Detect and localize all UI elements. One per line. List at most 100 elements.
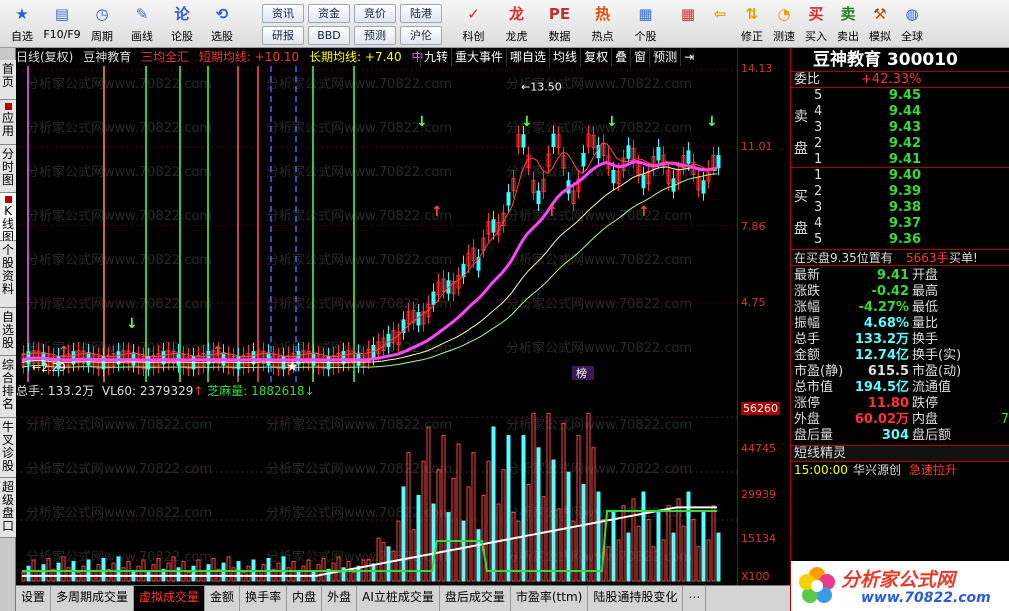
watermark-text: 分析家公式网www.70822.com — [266, 252, 452, 268]
bang-badge-label: 榜 — [576, 366, 587, 380]
toolbar-globe-button[interactable]: ◍ 全球 — [896, 2, 928, 46]
toolbar-sell-button[interactable]: 卖卖出 — [832, 2, 864, 46]
volume-bar — [696, 546, 701, 582]
hammer-icon: ⚒ — [873, 5, 887, 23]
toolbar-hammer-button[interactable]: ⚒ 模拟 — [864, 2, 896, 46]
bid-row[interactable]: 2 9.39 — [791, 184, 1009, 200]
left-tab-5[interactable]: 自选股 — [0, 308, 16, 356]
bottom-tab-9[interactable]: 市盈率(ttm) — [511, 586, 589, 611]
toolbar-dragon-button[interactable]: 龙龙虎 — [495, 2, 538, 46]
chart-menu-item-8[interactable]: ⇥ — [680, 48, 697, 66]
period-label[interactable]: 日线(复权) — [16, 50, 73, 64]
toolbar-star-button[interactable]: ★ 自选 — [2, 2, 42, 46]
weibi-row: 委比 +42.33% — [791, 72, 1009, 88]
bottom-tab-1[interactable]: 多周期成交量 — [51, 586, 135, 611]
volume-bar — [506, 435, 511, 582]
toolbar-grid-button[interactable]: ▦ — [672, 2, 704, 46]
volume-bar — [221, 562, 226, 582]
toolbar-fire-button[interactable]: 热热点 — [581, 2, 624, 46]
ask-row[interactable]: 2 9.42 — [791, 136, 1009, 152]
toolbar-pe-button[interactable]: PE 数据 — [538, 2, 581, 46]
toolbar-small-button[interactable]: 竞价 — [354, 4, 396, 23]
bottom-tab-8[interactable]: 盘后成交量 — [440, 586, 511, 611]
chart-menu-item-0[interactable]: 九转 — [420, 48, 451, 66]
bottom-tab-5[interactable]: 内盘 — [287, 586, 323, 611]
left-tab-2[interactable]: 分时图 — [0, 145, 16, 193]
watermark-text: 分析家公式网www.70822.com — [26, 120, 212, 136]
price-axis: 14.13 11.01 7.86 4.75 56260 44745 29939 15134 X1… — [737, 48, 790, 585]
jingling-item[interactable]: 15:00:00 华兴源创 急速拉升 — [791, 462, 1009, 478]
toolbar-science-button[interactable]: ✓ 科创 — [452, 2, 495, 46]
bid-level: 4 — [814, 216, 823, 231]
ask-row[interactable]: 3 9.43 — [791, 120, 1009, 136]
volume-bar — [471, 452, 476, 582]
bid-row[interactable]: 3 9.38 — [791, 200, 1009, 216]
toolbar-back-arrow-button[interactable]: ⇦ — [704, 2, 736, 46]
toolbar-stock-button[interactable]: ▦ 个股 — [624, 2, 667, 46]
volume-bar — [481, 494, 486, 582]
toolbar-small-button[interactable]: 陆港 — [400, 4, 442, 23]
toolbar-document-button[interactable]: ▤ F10/F9 — [42, 2, 82, 46]
bottom-tab-10[interactable]: 陆股通持股变化 — [588, 586, 684, 611]
pe-icon: PE — [548, 5, 571, 23]
left-tab-1[interactable]: 应用 — [0, 100, 16, 145]
chart-menu-item-2[interactable]: 哪自选 — [506, 48, 549, 66]
chart-menu-item-4[interactable]: 复权 — [580, 48, 611, 66]
clock-icon: ◷ — [95, 5, 109, 23]
brand-logo: 分析家公式网 www.70822.com — [791, 561, 1009, 611]
bid-row[interactable]: 4 9.37 — [791, 216, 1009, 232]
toolbar-pencil-button[interactable]: ✎ 画线 — [122, 2, 162, 46]
left-tab-3[interactable]: K线图 — [0, 193, 16, 244]
stat-key: 总手 — [794, 332, 821, 347]
toolbar-up-down-button[interactable]: ⇅ 修正 — [736, 2, 768, 46]
chart-menu-item-3[interactable]: 均线 — [549, 48, 580, 66]
volume-chart[interactable]: 分析家公式网www.70822.com 分析家公式网www.70822.com 分析… — [16, 399, 737, 585]
toolbar-small-button[interactable]: 研报 — [262, 26, 304, 45]
bottom-tab-7[interactable]: AI立桩成交量 — [357, 586, 440, 611]
order-message-text: 在买盘9.35位置有 — [794, 251, 893, 265]
candle-body — [536, 190, 541, 205]
stat-key: 盘后量 — [794, 428, 834, 443]
toolbar-chart-select-button[interactable]: ⟲ 选股 — [202, 2, 242, 46]
bid-row[interactable]: 5 9.36 — [791, 232, 1009, 248]
jingling-header[interactable]: 短线精灵 — [791, 446, 1009, 462]
bid-row[interactable]: 1 9.40 — [791, 168, 1009, 184]
left-tab-6[interactable]: 综合排名 — [0, 356, 16, 418]
bottom-tab-11[interactable]: ⋯ — [683, 586, 707, 611]
toolbar-small-button[interactable]: 资金 — [308, 4, 350, 23]
left-tab-4[interactable]: 个股资料 — [0, 241, 16, 308]
chart-menu-item-6[interactable]: 窗 — [630, 48, 649, 66]
bottom-tab-3[interactable]: 金额 — [205, 586, 241, 611]
bid-price: 9.37 — [888, 216, 921, 231]
left-tab-7[interactable]: 牛叉诊股 — [0, 418, 16, 478]
ask-row[interactable]: 1 9.41 — [791, 152, 1009, 168]
bottom-tab-4[interactable]: 换手率 — [240, 586, 288, 611]
ask-row[interactable]: 5 9.45 — [791, 88, 1009, 104]
chart-menu-item-1[interactable]: 重大事件 — [451, 48, 506, 66]
bottom-tab-0[interactable]: 设置 — [16, 586, 52, 611]
kline-chart[interactable]: 分析家公式网www.70822.com 分析家公式网www.70822.com 分析… — [16, 66, 737, 382]
long-ma-label: 长期均线: — [309, 50, 362, 64]
price-tick-label: 14.13 — [741, 62, 773, 75]
toolbar-buy-button[interactable]: 买买入 — [800, 2, 832, 46]
toolbar-small-button[interactable]: 预测 — [354, 26, 396, 45]
ask-level: 5 — [814, 88, 823, 103]
toolbar-clock-button[interactable]: ◷ 周期 — [82, 2, 122, 46]
toolbar-small-button[interactable]: 资讯 — [262, 4, 304, 23]
toolbar-small-button[interactable]: BBD — [308, 26, 350, 45]
left-tab-8[interactable]: 超级盘口 — [0, 478, 16, 538]
watermark-text: 分析家公式网www.70822.com — [506, 340, 692, 356]
toolbar-small-button[interactable]: 沪伦 — [400, 26, 442, 45]
toolbar-speed-button[interactable]: ◔ 测速 — [768, 2, 800, 46]
science-icon: ✓ — [467, 5, 480, 23]
stock-title: 豆神教育 300010 — [791, 48, 1009, 72]
stat-value: 4.68% — [863, 316, 909, 331]
chart-menu-item-7[interactable]: 预测 — [649, 48, 680, 66]
chart-menu-item-5[interactable]: 叠 — [611, 48, 630, 66]
bottom-tab-6[interactable]: 外盘 — [322, 586, 358, 611]
left-tab-0[interactable]: 首页 — [0, 60, 16, 100]
indicator-name[interactable]: 三均全汇 — [141, 50, 189, 64]
ask-row[interactable]: 4 9.44 — [791, 104, 1009, 120]
toolbar-forum-button[interactable]: 论论股 — [162, 2, 202, 46]
bottom-tab-2[interactable]: 虚拟成交量 — [134, 586, 206, 611]
